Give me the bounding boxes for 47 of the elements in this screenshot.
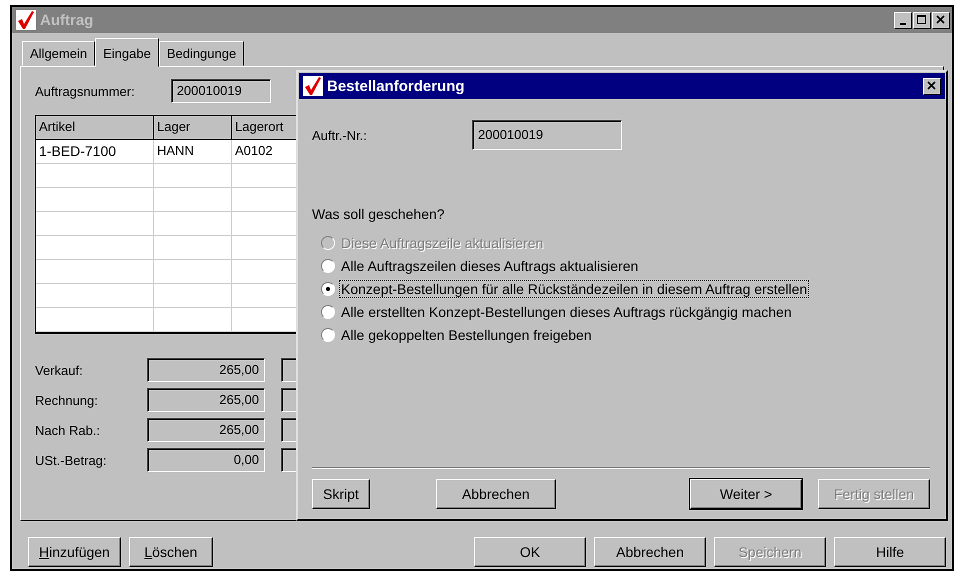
tab[interactable]: Eingabe — [95, 38, 159, 67]
action-button[interactable]: OK — [474, 537, 586, 567]
field-label: USt.-Betrag: — [35, 452, 108, 468]
close-button[interactable] — [923, 78, 941, 94]
option-label[interactable]: Alle erstellten Konzept-Bestellungen dieses Auftrags rückgängig machen — [339, 303, 794, 321]
close-button[interactable] — [932, 12, 950, 28]
option-label[interactable]: Konzept-Bestellungen für alle Rückständezeilen in diesem Auftrag erstellen — [339, 280, 810, 298]
checkmark-icon — [16, 10, 36, 30]
amount-field: 265,00 — [147, 388, 265, 412]
radio-button[interactable] — [321, 259, 335, 273]
order-number-field: 200010019 — [472, 120, 622, 150]
option-label[interactable]: Alle gekoppelten Bestellungen freigeben — [339, 326, 594, 344]
minimize-icon — [900, 22, 906, 24]
question-text: Was soll geschehen? — [312, 206, 446, 222]
amount-field: 265,00 — [147, 418, 265, 442]
action-button[interactable]: Löschen — [128, 537, 213, 567]
maximize-button[interactable] — [913, 12, 931, 28]
action-button[interactable]: Abbrechen — [594, 537, 706, 567]
tab[interactable]: Bedingunge — [158, 41, 244, 66]
maximize-icon — [917, 15, 927, 25]
minimize-button[interactable] — [894, 12, 912, 28]
table-cell: HANN — [154, 140, 232, 163]
radio-button[interactable] — [321, 328, 335, 342]
order-number-field[interactable]: 200010019 — [170, 79, 271, 103]
dialog-title: Bestellanforderung — [327, 78, 466, 94]
checkmark-icon — [303, 76, 323, 96]
option-label[interactable]: Alle Auftragszeilen dieses Auftrags aktualisieren — [339, 257, 640, 275]
action-button[interactable]: Hinzufügen — [28, 537, 121, 567]
column-header[interactable]: Lager — [154, 116, 232, 139]
window-title: Auftrag — [40, 12, 94, 28]
dialog-button[interactable]: Skript — [312, 479, 370, 509]
field-label: Rechnung: — [35, 392, 99, 408]
field-label: Verkauf: — [35, 362, 84, 378]
close-icon — [927, 81, 937, 91]
field-label: Auftragsnummer: — [35, 84, 135, 98]
action-button[interactable]: Hilfe — [834, 537, 946, 567]
close-icon — [936, 15, 946, 25]
dialog-button[interactable]: Abbrechen — [436, 479, 556, 509]
radio-button[interactable] — [321, 305, 335, 319]
tab[interactable]: Allgemein — [22, 41, 96, 66]
amount-field: 265,00 — [147, 358, 265, 382]
amount-field: 0,00 — [147, 448, 265, 472]
field-label: Nach Rab.: — [35, 422, 102, 438]
dialog-button[interactable]: Weiter > — [690, 479, 802, 509]
column-header[interactable]: Artikel — [36, 116, 154, 139]
table-cell: 1-BED-7100 — [36, 140, 154, 163]
radio-button[interactable] — [321, 282, 335, 296]
